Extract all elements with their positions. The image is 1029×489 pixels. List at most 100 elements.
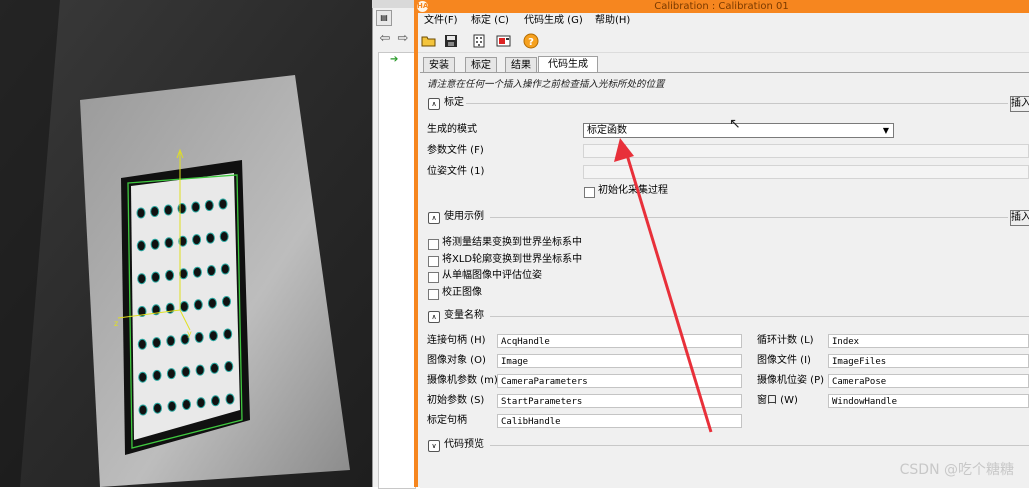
menu-code-generation[interactable]: 代码生成 (G) bbox=[524, 14, 583, 28]
svg-text:y: y bbox=[187, 329, 192, 338]
main-window-tab[interactable]: ▤ bbox=[376, 10, 392, 26]
calibration-mark bbox=[137, 273, 147, 285]
program-gutter[interactable] bbox=[378, 52, 416, 489]
app-logo-icon: HA bbox=[417, 1, 429, 12]
menu-calibration[interactable]: 标定 (C) bbox=[471, 14, 509, 28]
usage-option-label: 校正图像 bbox=[442, 287, 482, 298]
param-file-label: 参数文件 (F) bbox=[427, 145, 484, 156]
calibration-image: z y bbox=[0, 0, 372, 487]
var-label: 标定句柄 bbox=[427, 415, 467, 426]
calibration-mark bbox=[179, 268, 188, 280]
calibration-mark bbox=[219, 231, 229, 242]
image-viewer[interactable]: z y bbox=[0, 0, 372, 487]
calibration-mark bbox=[220, 263, 230, 275]
var-field[interactable]: CameraPose bbox=[828, 374, 1029, 388]
save-icon[interactable] bbox=[443, 33, 459, 49]
calibration-mark bbox=[224, 361, 234, 372]
calibration-mark bbox=[153, 402, 162, 414]
back-arrow-icon[interactable]: ⇦ bbox=[378, 32, 392, 46]
section-divider bbox=[490, 316, 1029, 317]
usage-option-label: 将测量结果变换到世界坐标系中 bbox=[442, 237, 582, 248]
calibration-mark bbox=[181, 366, 191, 378]
collapse-usage-button[interactable]: ∧ bbox=[428, 212, 440, 224]
usage-option-checkbox[interactable] bbox=[428, 256, 439, 267]
calibration-mark bbox=[164, 237, 174, 249]
var-label: 图像对象 (O) bbox=[427, 355, 486, 366]
open-folder-icon[interactable] bbox=[421, 33, 437, 49]
insert-calib-button[interactable]: 插入 bbox=[1010, 96, 1029, 112]
calibration-mark bbox=[193, 299, 203, 311]
pose-file-label: 位姿文件 (1) bbox=[427, 166, 485, 177]
collapse-variables-button[interactable]: ∧ bbox=[428, 311, 440, 323]
var-field[interactable]: Index bbox=[828, 334, 1029, 348]
calibration-mark bbox=[210, 362, 219, 374]
var-field[interactable]: ImageFiles bbox=[828, 354, 1029, 368]
var-label: 循环计数 (L) bbox=[757, 335, 814, 346]
calibration-mark bbox=[191, 201, 201, 213]
init-acquisition-checkbox[interactable] bbox=[584, 187, 595, 198]
usage-option-checkbox[interactable] bbox=[428, 239, 439, 250]
calibration-mark bbox=[165, 269, 175, 281]
section-title-usage: 使用示例 bbox=[444, 211, 484, 222]
assistant-titlebar[interactable]: Calibration : Calibration 01 bbox=[414, 0, 1029, 13]
calibration-mark bbox=[152, 337, 162, 349]
svg-text:z: z bbox=[114, 319, 118, 328]
collapse-calib-button[interactable]: ∧ bbox=[428, 98, 440, 110]
help-icon[interactable]: ? bbox=[523, 33, 539, 49]
calibration-mark bbox=[137, 338, 147, 350]
usage-option-checkbox[interactable] bbox=[428, 272, 439, 283]
usage-option-checkbox[interactable] bbox=[428, 289, 439, 300]
var-label: 窗口 (W) bbox=[757, 395, 798, 406]
watermark: CSDN @吃个糖糖 bbox=[899, 462, 1014, 478]
calibration-mark bbox=[136, 240, 146, 252]
calibration-mark bbox=[150, 238, 160, 250]
mode-label: 生成的模式 bbox=[427, 124, 477, 135]
section-title-calib: 标定 bbox=[444, 97, 464, 108]
insert-cursor-hint: 请注意在任何一个插入操作之前检查插入光标所处的位置 bbox=[427, 79, 665, 90]
camera-capture-icon[interactable] bbox=[496, 33, 512, 49]
section-title-preview: 代码预览 bbox=[444, 439, 484, 450]
calibration-mark bbox=[211, 395, 220, 407]
calibration-mark bbox=[138, 371, 148, 383]
calibration-mark bbox=[166, 335, 176, 347]
calibration-mark bbox=[179, 301, 189, 312]
calibration-mark bbox=[206, 265, 216, 277]
calibration-mark bbox=[166, 368, 176, 380]
calibration-mark bbox=[195, 364, 205, 376]
forward-arrow-icon[interactable]: ⇨ bbox=[396, 32, 410, 46]
calibration-mark bbox=[223, 328, 233, 340]
annotation-arrow bbox=[614, 138, 713, 433]
calibration-board-icon[interactable] bbox=[471, 33, 487, 49]
menu-help[interactable]: 帮助(H) bbox=[595, 14, 630, 28]
svg-text:?: ? bbox=[528, 37, 534, 48]
calibration-mark bbox=[152, 369, 162, 381]
insert-usage-button[interactable]: 插入 bbox=[1010, 210, 1029, 226]
calibration-mark bbox=[208, 330, 218, 342]
calibration-mark bbox=[167, 400, 177, 412]
expand-preview-button[interactable]: ∨ bbox=[428, 440, 440, 452]
calibration-mark bbox=[182, 399, 191, 410]
calibration-mark bbox=[204, 200, 214, 211]
calibration-mark bbox=[177, 203, 187, 214]
calibration-mark bbox=[205, 232, 215, 244]
calibration-mark bbox=[222, 296, 231, 307]
var-label: 初始参数 (S) bbox=[427, 395, 485, 406]
usage-option-label: 将XLD轮廓变换到世界坐标系中 bbox=[442, 254, 583, 265]
var-label: 连接句柄 (H) bbox=[427, 335, 486, 346]
menu-file[interactable]: 文件(F) bbox=[424, 14, 458, 28]
section-title-variables: 变量名称 bbox=[444, 310, 484, 321]
section-divider bbox=[466, 103, 1008, 104]
calibration-mark bbox=[136, 207, 146, 219]
var-field[interactable]: WindowHandle bbox=[828, 394, 1029, 408]
calibration-mark bbox=[207, 297, 217, 309]
calibration-mark bbox=[192, 266, 202, 278]
menu-bar bbox=[418, 13, 1029, 29]
calibration-mark bbox=[150, 206, 160, 217]
section-divider bbox=[490, 217, 1008, 218]
calibration-mark bbox=[138, 404, 148, 416]
mouse-cursor-icon: ↖ bbox=[729, 116, 741, 132]
calibration-mark bbox=[225, 393, 235, 405]
calibration-mark bbox=[196, 397, 206, 409]
var-label: 摄像机参数 (m) bbox=[427, 375, 498, 386]
calibration-mark bbox=[192, 234, 202, 246]
